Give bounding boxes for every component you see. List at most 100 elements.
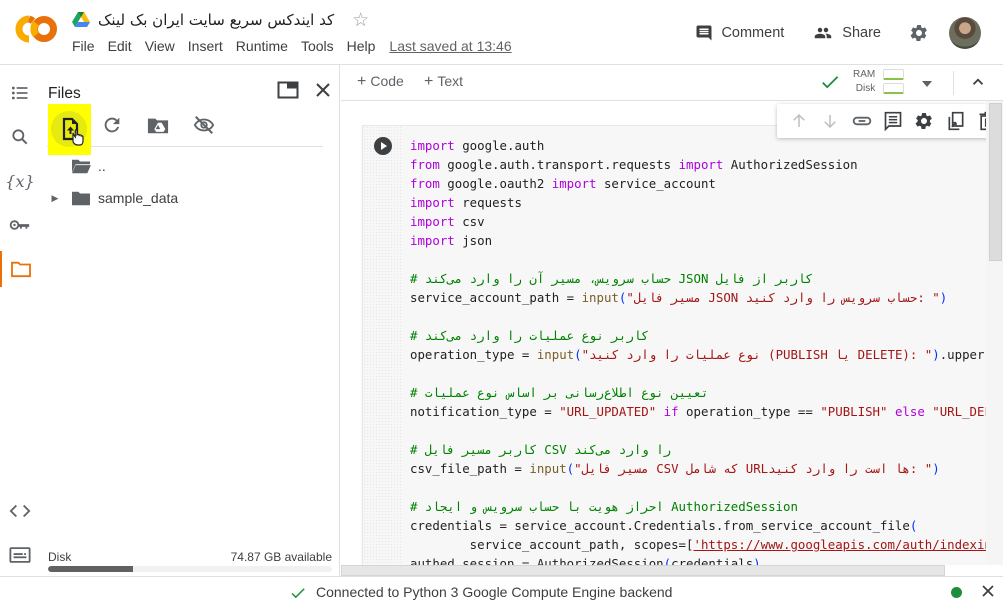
code-line: csv_file_path = input("مسیر فایل CSV که … xyxy=(410,459,986,478)
share-button[interactable]: Share xyxy=(812,24,881,42)
vertical-scrollbar-thumb[interactable] xyxy=(989,103,1002,261)
code-token-fn: input xyxy=(529,461,567,476)
move-cell-up-button[interactable] xyxy=(783,105,814,137)
run-cell-button[interactable] xyxy=(373,136,393,156)
open-in-tab-button[interactable] xyxy=(276,80,300,100)
menu-edit[interactable]: Edit xyxy=(108,38,132,54)
upload-file-button[interactable] xyxy=(48,104,91,155)
rail-code-snippets[interactable] xyxy=(0,493,40,529)
title-row: کد ایندکس سریع سایت ایران بک لینک ☆ xyxy=(72,8,369,32)
ram-meter xyxy=(883,69,904,80)
code-line: from google.oauth2 import service_accoun… xyxy=(410,174,986,193)
close-status-button[interactable] xyxy=(980,583,996,604)
code-token-t: json xyxy=(454,233,493,248)
expand-arrow-icon[interactable]: ▶ xyxy=(48,193,62,204)
mirror-cell-button[interactable] xyxy=(940,105,971,137)
status-bar: Connected to Python 3 Google Compute Eng… xyxy=(0,576,1003,606)
menu-runtime[interactable]: Runtime xyxy=(236,38,288,54)
terminal-icon xyxy=(9,547,31,563)
connected-check-icon xyxy=(819,71,841,98)
code-line: import requests xyxy=(410,193,986,212)
add-comment-button[interactable] xyxy=(877,105,908,137)
gear-icon[interactable] xyxy=(909,23,929,43)
star-outline-icon[interactable]: ☆ xyxy=(352,9,369,32)
menu-help[interactable]: Help xyxy=(347,38,376,54)
comment-icon xyxy=(884,111,902,131)
runtime-dropdown-button[interactable] xyxy=(921,75,933,93)
check-icon xyxy=(289,584,307,606)
header-actions: Comment Share xyxy=(695,0,1003,65)
notebook-title[interactable]: کد ایندکس سریع سایت ایران بک لینک xyxy=(98,11,334,29)
menu-bar: File Edit View Insert Runtime Tools Help… xyxy=(72,38,512,54)
code-line: # تعیین نوع اطلاع‌رسانی بر اساس نوع عملی… xyxy=(410,383,986,402)
code-line: notification_type = "URL_UPDATED" if ope… xyxy=(410,402,986,421)
horizontal-scrollbar[interactable] xyxy=(341,565,945,576)
connection-status-dot xyxy=(951,587,962,598)
code-token-t: csv_file_path = xyxy=(410,461,530,476)
code-line: # کاربر نوع عملیات را وارد می‌کند xyxy=(410,326,986,345)
collapse-header-button[interactable] xyxy=(969,73,987,96)
comment-button[interactable]: Comment xyxy=(695,24,784,42)
code-line: import csv xyxy=(410,212,986,231)
link-icon xyxy=(852,116,871,126)
file-tree-parent[interactable]: .. xyxy=(48,154,106,178)
comment-label: Comment xyxy=(721,24,785,41)
hide-files-button[interactable] xyxy=(186,107,222,143)
rail-secrets[interactable] xyxy=(0,207,40,243)
cell-settings-button[interactable] xyxy=(909,105,940,137)
rail-table-of-contents[interactable] xyxy=(0,75,40,111)
close-icon xyxy=(982,585,994,597)
play-icon xyxy=(374,137,392,155)
user-avatar[interactable] xyxy=(949,16,981,49)
code-editor[interactable]: import google.auth from google.auth.trans… xyxy=(410,136,986,565)
files-panel: Files .. ▶ sample_data Disk 74.87 GB ava… xyxy=(40,65,340,576)
cell-actions-toolbar xyxy=(777,104,1003,138)
arrow-up-icon xyxy=(792,113,805,127)
add-text-button[interactable]: + Text xyxy=(424,73,463,91)
refresh-button[interactable] xyxy=(94,107,130,143)
disk-label: Disk xyxy=(855,83,876,94)
rail-files[interactable] xyxy=(0,251,40,287)
code-token-t xyxy=(656,404,663,419)
folder-icon xyxy=(11,261,31,278)
code-line: credentials = service_account.Credential… xyxy=(410,516,986,535)
add-code-button[interactable]: + Code xyxy=(357,73,404,91)
copy-link-button[interactable] xyxy=(846,105,877,137)
code-token-cm: # کاربر مسیر فایل CSV را وارد می‌کند xyxy=(410,442,672,457)
files-toolbar xyxy=(47,103,323,155)
code-token-t: service_account xyxy=(596,176,716,191)
menu-view[interactable]: View xyxy=(145,38,175,54)
code-token-str: "URL_DELETED" xyxy=(932,404,986,419)
code-token-t: google.auth.transport.requests xyxy=(439,157,679,172)
file-tree-folder-sample-data[interactable]: ▶ sample_data xyxy=(48,186,179,210)
rail-search[interactable] xyxy=(0,119,40,155)
move-cell-down-button[interactable] xyxy=(814,105,845,137)
colab-logo[interactable] xyxy=(14,14,58,44)
code-token-cm: # حساب سرویس، مسیر آن را وارد می‌کند JSO… xyxy=(410,271,813,286)
last-saved-link[interactable]: Last saved at 13:46 xyxy=(389,38,511,54)
refresh-icon xyxy=(104,117,120,133)
google-drive-icon xyxy=(72,12,90,28)
resource-labels[interactable]: RAM Disk xyxy=(853,68,875,96)
code-line: service_account_path = input("مسیر فایل … xyxy=(410,288,986,307)
code-cell[interactable]: import google.auth from google.auth.trans… xyxy=(362,125,986,565)
rail-command-palette[interactable] xyxy=(0,537,40,573)
code-token-fn: input xyxy=(536,347,575,362)
code-token-paren: ( xyxy=(663,556,672,565)
menu-tools[interactable]: Tools xyxy=(301,38,334,54)
left-sidebar-rail: {𝑥} xyxy=(0,65,40,576)
search-icon xyxy=(12,129,28,145)
code-brackets-icon xyxy=(9,504,31,518)
close-panel-button[interactable] xyxy=(312,79,334,101)
rail-variables[interactable]: {𝑥} xyxy=(0,163,40,199)
menu-file[interactable]: File xyxy=(72,38,95,54)
disk-label: Disk xyxy=(48,550,72,564)
menu-insert[interactable]: Insert xyxy=(188,38,223,54)
code-token-paren: ) xyxy=(753,556,761,565)
resource-meters[interactable] xyxy=(883,69,904,97)
code-line: operation_type = input("نوع عملیات را وا… xyxy=(410,345,986,364)
mount-drive-button[interactable] xyxy=(140,107,176,143)
